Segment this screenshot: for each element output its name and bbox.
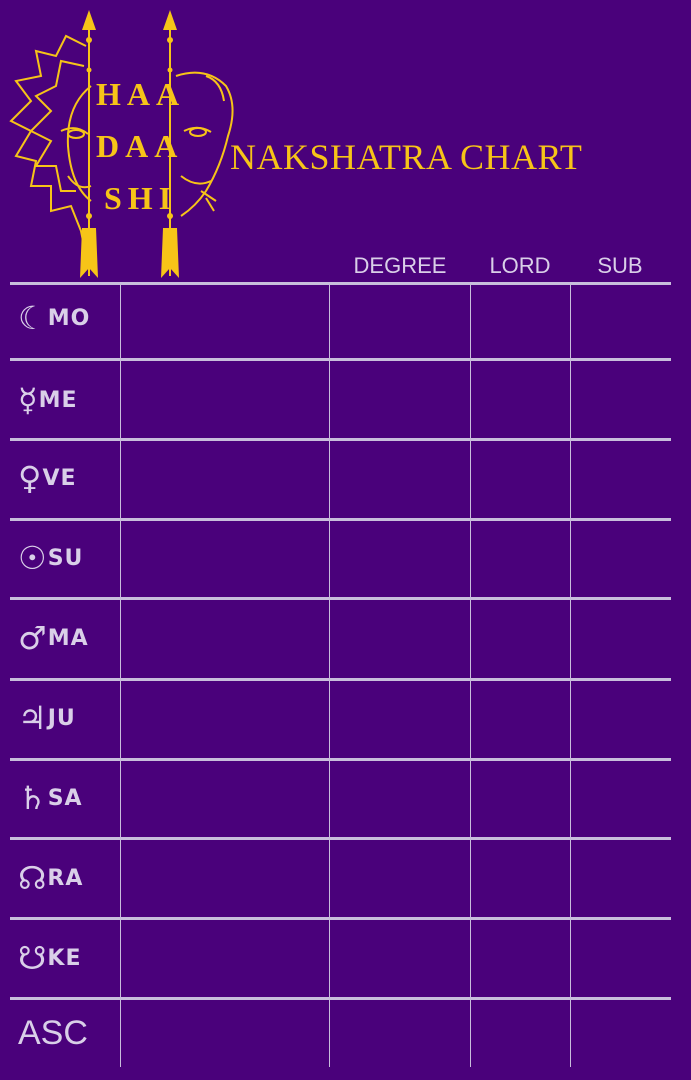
planet-abbr: SA [47, 785, 83, 811]
column-divider [329, 285, 330, 1067]
logo-word-1: HAA [96, 76, 186, 112]
moon-icon: ☾ [18, 299, 47, 337]
planet-abbr: RA [47, 865, 84, 891]
row-label-sun: ☉ SU [18, 518, 118, 598]
planet-abbr: JU [47, 705, 76, 731]
brand-logo: HAA DAA SHI [6, 6, 236, 284]
column-header-lord: LORD [489, 253, 551, 278]
planet-abbr: SU [47, 545, 84, 571]
saturn-icon: ♄ [18, 779, 47, 817]
page-title: NAKSHATRA CHART [230, 137, 583, 177]
column-divider [570, 285, 571, 1067]
column-header-degree: DEGREE [353, 253, 447, 278]
column-divider [470, 285, 471, 1067]
south-node-icon: ☋ [18, 939, 47, 977]
sun-icon: ☉ [18, 539, 47, 577]
column-header-sub: SUB [597, 253, 643, 278]
north-node-icon: ☊ [18, 859, 47, 897]
row-label-jupiter: ♃ JU [18, 678, 118, 758]
row-label-rahu: ☊ RA [18, 838, 118, 918]
mars-icon: ♂ [18, 619, 47, 657]
mercury-icon: ☿ [18, 381, 38, 419]
logo-word-3: SHI [104, 180, 178, 216]
row-label-mercury: ☿ ME [18, 360, 118, 440]
row-label-moon: ☾ MO [18, 278, 118, 358]
column-divider [120, 285, 121, 1067]
planet-abbr: MA [47, 625, 89, 651]
venus-icon: ♀ [18, 459, 42, 497]
row-label-mars: ♂ MA [18, 598, 118, 678]
row-label-ketu: ☋ KE [18, 918, 118, 998]
ascendant-label: ASC [18, 1013, 88, 1052]
planet-abbr: ME [38, 387, 78, 413]
row-label-saturn: ♄ SA [18, 758, 118, 838]
jupiter-icon: ♃ [18, 699, 47, 737]
planet-abbr: VE [42, 465, 77, 491]
planet-abbr: KE [47, 945, 82, 971]
row-label-venus: ♀ VE [18, 438, 118, 518]
row-label-ascendant: ASC [18, 993, 118, 1073]
planet-abbr: MO [47, 305, 91, 331]
logo-word-2: DAA [96, 128, 184, 164]
